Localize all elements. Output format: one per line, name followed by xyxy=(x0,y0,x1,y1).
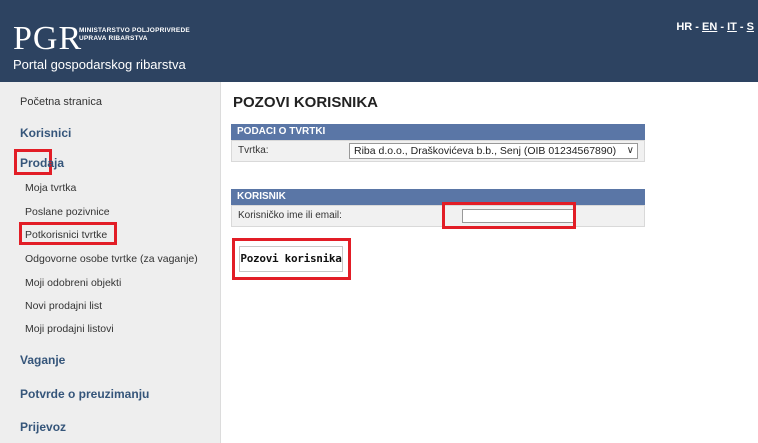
ministry-line-2: UPRAVA RIBARSTVA xyxy=(79,35,148,42)
username-label: Korisničko ime ili email: xyxy=(238,210,342,221)
language-switcher: HR - EN - IT - S xyxy=(676,21,754,33)
lang-hr[interactable]: HR xyxy=(676,21,692,33)
logo[interactable]: PGR xyxy=(13,22,82,56)
sidebar-item-potkorisnici-tvrtke[interactable]: Potkorisnici tvrtke xyxy=(25,229,107,241)
company-select-value: Riba d.o.o., Draškovićeva b.b., Senj (OI… xyxy=(354,145,617,157)
sidebar-item-prodajni-listovi[interactable]: Moji prodajni listovi xyxy=(25,323,114,335)
sidebar-item-korisnici[interactable]: Korisnici xyxy=(20,126,71,140)
invite-user-button[interactable]: Pozovi korisnika xyxy=(239,246,343,272)
sidebar-item-odgovorne-osobe[interactable]: Odgovorne osobe tvrtke (za vaganje) xyxy=(25,253,198,265)
sidebar-item-moja-tvrtka[interactable]: Moja tvrtka xyxy=(25,182,76,194)
portal-title: Portal gospodarskog ribarstva xyxy=(13,57,186,72)
page-title: POZOVI KORISNIKA xyxy=(233,94,379,111)
main-content: POZOVI KORISNIKA PODACI O TVRTKI Tvrtka:… xyxy=(221,82,758,443)
lang-it[interactable]: IT xyxy=(727,21,737,33)
lang-en[interactable]: EN xyxy=(702,21,717,33)
sidebar: Početna stranica Korisnici Prodaja Moja … xyxy=(0,82,221,443)
sidebar-item-poslane-pozivnice[interactable]: Poslane pozivnice xyxy=(25,206,110,218)
ministry-line-1: MINISTARSTVO POLJOPRIVREDE xyxy=(79,27,190,34)
lang-s[interactable]: S xyxy=(747,21,754,33)
user-row: Korisničko ime ili email: xyxy=(231,205,645,227)
ministry-label: MINISTARSTVO POLJOPRIVREDE UPRAVA RIBARS… xyxy=(79,27,190,43)
sidebar-item-novi-prodajni-list[interactable]: Novi prodajni list xyxy=(25,300,102,312)
highlight-username-input xyxy=(442,202,576,229)
company-select[interactable]: Riba d.o.o., Draškovićeva b.b., Senj (OI… xyxy=(349,143,638,159)
company-label: Tvrtka: xyxy=(238,145,269,156)
sidebar-item-home[interactable]: Početna stranica xyxy=(20,96,102,108)
chevron-down-icon: ∨ xyxy=(626,145,634,156)
sidebar-item-vaganje[interactable]: Vaganje xyxy=(20,353,65,367)
user-section-heading: KORISNIK xyxy=(231,189,645,205)
app-header: PGR MINISTARSTVO POLJOPRIVREDE UPRAVA RI… xyxy=(0,0,758,82)
sidebar-item-odobreni-objekti[interactable]: Moji odobreni objekti xyxy=(25,277,121,289)
sidebar-item-prijevoz[interactable]: Prijevoz xyxy=(20,420,66,434)
company-section-heading: PODACI O TVRTKI xyxy=(231,124,645,140)
company-row: Tvrtka: Riba d.o.o., Draškovićeva b.b., … xyxy=(231,140,645,162)
sidebar-item-prodaja[interactable]: Prodaja xyxy=(20,156,64,170)
sidebar-item-potvrde[interactable]: Potvrde o preuzimanju xyxy=(20,387,149,401)
